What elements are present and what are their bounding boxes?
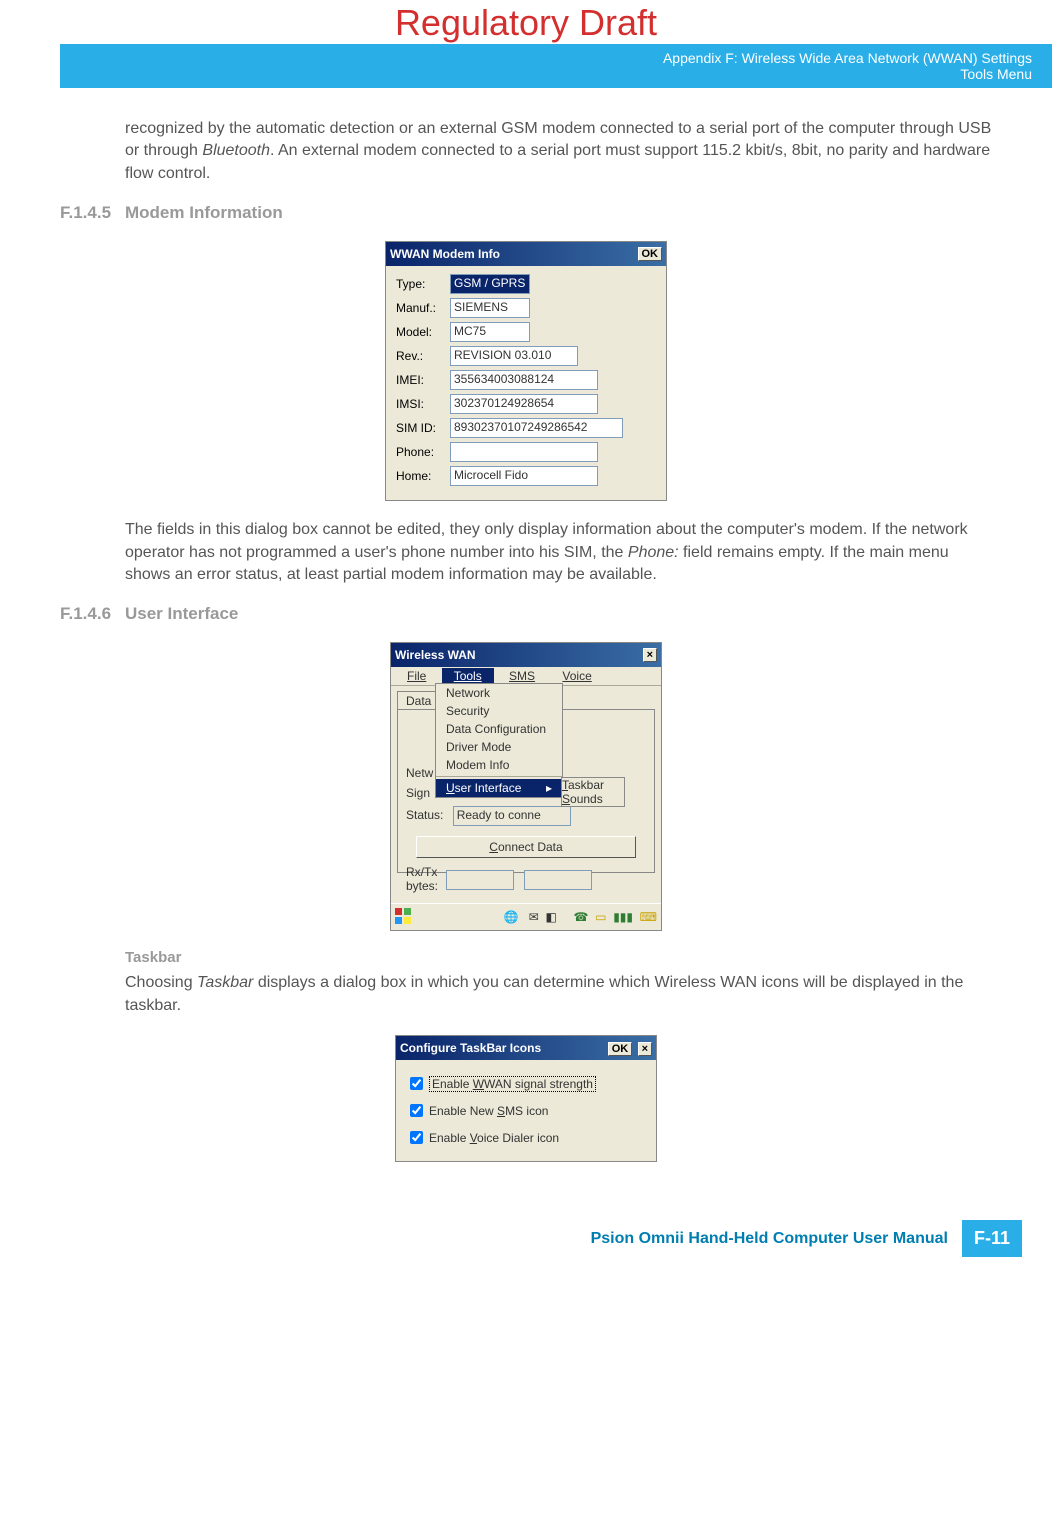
- checkbox[interactable]: [410, 1104, 423, 1117]
- submenu-sounds[interactable]: Sounds: [562, 792, 624, 806]
- field-value: 302370124928654: [450, 394, 598, 414]
- menu-item[interactable]: Data Configuration: [436, 720, 562, 738]
- configure-taskbar-dialog: Configure TaskBar Icons OK × Enable WWAN…: [395, 1035, 657, 1162]
- ok-button[interactable]: OK: [608, 1042, 633, 1056]
- dialog-title: Wireless WAN: [395, 648, 476, 662]
- section-f146: F.1.4.6 User Interface: [60, 604, 992, 624]
- form-row: Home:Microcell Fido: [396, 466, 656, 486]
- section-title: Modem Information: [125, 203, 283, 223]
- start-icon[interactable]: [395, 908, 411, 927]
- titlebar: WWAN Modem Info OK: [386, 242, 666, 266]
- field-label: Phone:: [396, 445, 450, 459]
- rx-value: [446, 870, 514, 890]
- phone-icon[interactable]: ☎: [574, 910, 589, 924]
- label-signal: Sign: [406, 786, 430, 800]
- label-network: Netw: [406, 766, 433, 780]
- field-label: Model:: [396, 325, 450, 339]
- tab-data[interactable]: Data: [397, 691, 440, 710]
- menu-item-user-interface[interactable]: User Interface▸: [436, 779, 562, 797]
- status-value: Ready to conne: [453, 806, 571, 826]
- tools-dropdown: NetworkSecurityData ConfigurationDriver …: [435, 683, 563, 798]
- header-line2: Tools Menu: [60, 66, 1032, 82]
- menu-tools[interactable]: Tools: [442, 668, 494, 684]
- intro-paragraph: recognized by the automatic detection or…: [125, 118, 992, 185]
- form-row: Manuf.:SIEMENS: [396, 298, 656, 318]
- footer-text: Psion Omnii Hand-Held Computer User Manu…: [591, 1230, 948, 1248]
- section-number: F.1.4.5: [60, 203, 125, 223]
- mail-icon[interactable]: ✉: [529, 910, 539, 924]
- close-button[interactable]: ×: [643, 648, 657, 662]
- checkbox[interactable]: [410, 1077, 423, 1090]
- menu-item[interactable]: Modem Info: [436, 756, 562, 774]
- checkbox[interactable]: [410, 1131, 423, 1144]
- close-button[interactable]: ×: [638, 1042, 652, 1056]
- field-value: 89302370107249286542: [450, 418, 623, 438]
- form-row: Rev.:REVISION 03.010: [396, 346, 656, 366]
- regulatory-draft-banner: Regulatory Draft: [0, 0, 1052, 44]
- field-label: SIM ID:: [396, 421, 450, 435]
- menu-sms[interactable]: SMS: [497, 668, 547, 684]
- form-row: IMSI:302370124928654: [396, 394, 656, 414]
- checkbox-label: Enable WWAN signal strength: [429, 1076, 596, 1092]
- label-status: Status:: [406, 809, 443, 823]
- section-title: User Interface: [125, 604, 238, 624]
- taskbar-heading: Taskbar: [125, 949, 992, 966]
- checkbox-label: Enable Voice Dialer icon: [429, 1131, 559, 1145]
- tx-value: [524, 870, 592, 890]
- form-row: Phone:: [396, 442, 656, 462]
- wireless-wan-dialog: Wireless WAN × File Tools SMS Voice Data…: [390, 642, 662, 931]
- field-value: Microcell Fido: [450, 466, 598, 486]
- menu-file[interactable]: File: [395, 668, 438, 684]
- checkbox-row: Enable Voice Dialer icon: [406, 1128, 646, 1147]
- checkbox-label: Enable New SMS icon: [429, 1104, 548, 1118]
- checkbox-row: Enable New SMS icon: [406, 1101, 646, 1120]
- field-value: [450, 442, 598, 462]
- battery-icon[interactable]: ▭: [595, 910, 606, 924]
- field-label: Home:: [396, 469, 450, 483]
- field-label: Rev.:: [396, 349, 450, 363]
- menu-item[interactable]: Network: [436, 684, 562, 702]
- ok-button[interactable]: OK: [638, 247, 663, 261]
- titlebar: Wireless WAN ×: [391, 643, 661, 667]
- section-number: F.1.4.6: [60, 604, 125, 624]
- form-row: IMEI:355634003088124: [396, 370, 656, 390]
- wwan-modem-info-dialog: WWAN Modem Info OK Type:GSM / GPRSManuf.…: [385, 241, 667, 501]
- field-value: 355634003088124: [450, 370, 598, 390]
- signal-icon[interactable]: ▮▮▮: [613, 910, 633, 924]
- user-interface-submenu: Taskbar Sounds: [561, 777, 625, 807]
- field-value: SIEMENS: [450, 298, 530, 318]
- device-icon[interactable]: ◧: [546, 910, 557, 924]
- globe-icon[interactable]: 🌐: [504, 910, 519, 924]
- field-label: IMSI:: [396, 397, 450, 411]
- field-label: Type:: [396, 277, 450, 291]
- menu-voice[interactable]: Voice: [550, 668, 603, 684]
- dialog-title: WWAN Modem Info: [390, 247, 500, 261]
- field-value: REVISION 03.010: [450, 346, 578, 366]
- page-footer: Psion Omnii Hand-Held Computer User Manu…: [0, 1180, 1052, 1277]
- dialog-title: Configure TaskBar Icons: [400, 1041, 541, 1055]
- caps-icon[interactable]: ⌨: [640, 910, 657, 924]
- field-label: Manuf.:: [396, 301, 450, 315]
- field-value: MC75: [450, 322, 530, 342]
- menu-item[interactable]: Security: [436, 702, 562, 720]
- menu-item[interactable]: Driver Mode: [436, 738, 562, 756]
- system-tray: 🌐 ✉ ◧ ☎ ▭ ▮▮▮ ⌨: [504, 910, 657, 924]
- section-f145: F.1.4.5 Modem Information: [60, 203, 992, 223]
- taskbar: 🌐 ✉ ◧ ☎ ▭ ▮▮▮ ⌨: [391, 903, 661, 930]
- label-rxtx: Rx/Tx bytes:: [406, 866, 446, 892]
- page-header: Appendix F: Wireless Wide Area Network (…: [60, 44, 1052, 88]
- form-row: Model:MC75: [396, 322, 656, 342]
- page-number: F-11: [962, 1220, 1022, 1257]
- checkbox-row: Enable WWAN signal strength: [406, 1074, 646, 1093]
- form-row: Type:GSM / GPRS: [396, 274, 656, 294]
- titlebar: Configure TaskBar Icons OK ×: [396, 1036, 656, 1060]
- submenu-taskbar[interactable]: Taskbar: [562, 778, 624, 792]
- connect-data-button[interactable]: Connect Data: [416, 836, 636, 858]
- field-value: GSM / GPRS: [450, 274, 530, 294]
- taskbar-desc: Choosing Taskbar displays a dialog box i…: [125, 972, 992, 1017]
- field-label: IMEI:: [396, 373, 450, 387]
- form-row: SIM ID:89302370107249286542: [396, 418, 656, 438]
- modem-desc: The fields in this dialog box cannot be …: [125, 519, 992, 586]
- header-line1: Appendix F: Wireless Wide Area Network (…: [60, 50, 1032, 66]
